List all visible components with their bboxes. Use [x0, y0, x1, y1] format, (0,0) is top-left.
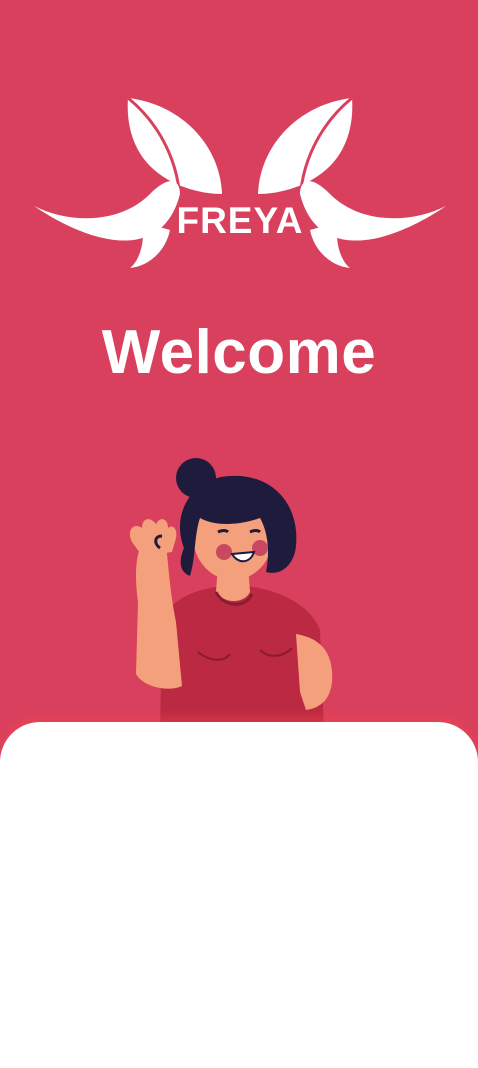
freya-logo: FREYA [30, 94, 450, 274]
welcome-screen: FREYA Welcome [0, 0, 478, 1068]
wings-logo-icon [34, 96, 446, 268]
waving-woman-illustration [120, 452, 350, 742]
bottom-sheet [0, 722, 478, 1068]
brand-name: FREYA [176, 200, 304, 241]
welcome-title: Welcome [101, 318, 377, 387]
